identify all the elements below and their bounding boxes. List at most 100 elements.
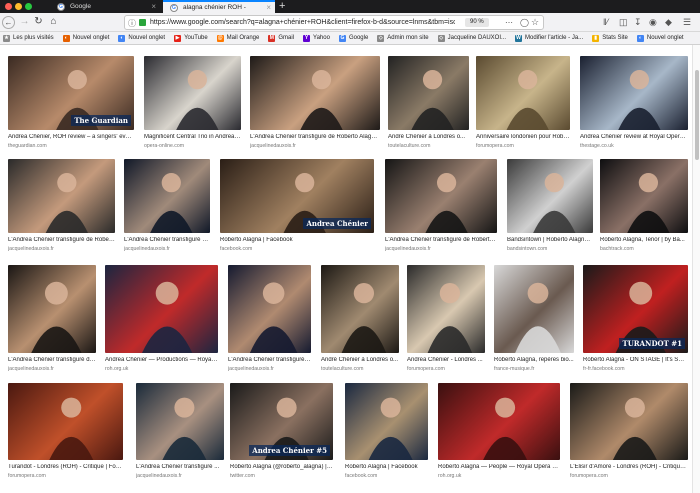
zoom-window-button[interactable] (25, 3, 32, 10)
result-title[interactable]: Roberto Alagna | Facebook (345, 464, 428, 470)
image-result[interactable]: L'Andrea Chénier transfiguré de ... jacqu… (228, 265, 311, 377)
result-thumbnail[interactable] (570, 383, 688, 460)
image-result[interactable]: Anniversaire londonien pour Robert... for… (476, 56, 570, 154)
result-thumbnail[interactable] (250, 56, 380, 130)
result-thumbnail[interactable] (438, 383, 560, 460)
result-thumbnail[interactable] (136, 383, 224, 460)
url-text[interactable]: https://www.google.com/search?q=alagna+c… (150, 16, 455, 29)
pocket-icon[interactable]: ◯ (520, 16, 529, 29)
image-result[interactable]: L'Andrea Chénier transfiguré de Robert..… (8, 159, 115, 257)
result-thumbnail[interactable] (321, 265, 399, 353)
bookmark-item[interactable]: ◐ Nouvel onglet (118, 34, 165, 42)
image-result[interactable]: Roberto Alagna, Tenor | by Ba... bachtrac… (600, 159, 688, 257)
image-result[interactable]: The Guardian Andrea Chénier, ROH review –… (8, 56, 134, 154)
library-icon[interactable]: ‖⁄ (603, 16, 608, 29)
result-thumbnail[interactable] (388, 56, 469, 130)
result-thumbnail[interactable] (476, 56, 570, 130)
close-tab-icon[interactable]: × (266, 2, 271, 13)
result-title[interactable]: L'Andrea Chénier transfiguré de ... (228, 357, 311, 363)
image-result[interactable]: Andrea Chénier - Londres ... forumopera.c… (407, 265, 485, 377)
result-thumbnail[interactable] (228, 265, 311, 353)
result-title[interactable]: L'Andrea Chénier transfiguré de Roberto … (385, 237, 497, 243)
result-title[interactable]: Roberto Alagna, repères bio... (494, 357, 574, 363)
result-title[interactable]: L'Andrea Chénier transfiguré ... (136, 464, 224, 470)
result-title[interactable]: Roberto Alagna - ON STAGE | It's Sm... (583, 357, 688, 363)
address-bar[interactable]: ⓘ https://www.google.com/search?q=alagna… (124, 15, 544, 30)
result-title[interactable]: L'Elisir d'Amore - Londres (ROH) - Criti… (570, 464, 688, 470)
image-result[interactable]: L'Andrea Chénier transfiguré de Roberto … (385, 159, 497, 257)
result-title[interactable]: Andrea Chénier, ROH review – a singers' … (8, 134, 134, 140)
bookmark-item[interactable]: Y Yahoo (303, 34, 330, 42)
home-button[interactable]: ⌂ (47, 16, 60, 29)
result-title[interactable]: L'Andrea Chénier transfiguré de Roberto … (250, 134, 380, 140)
result-title[interactable]: André Chénier à Londres o... (321, 357, 399, 363)
bookmark-item[interactable]: ▶ YouTube (174, 34, 208, 42)
zoom-level-badge[interactable]: 90 % (465, 18, 489, 27)
result-title[interactable]: Bandsintown | Roberto Alagna ... (507, 237, 593, 243)
image-result[interactable]: L'Andrea Chénier transfiguré d... jacquel… (124, 159, 210, 257)
result-title[interactable]: Andrea Chénier review at Royal Opera ... (580, 134, 688, 140)
result-title[interactable]: L'Andrea Chénier transfiguré d... (124, 237, 210, 243)
result-thumbnail[interactable]: The Guardian (8, 56, 134, 130)
result-title[interactable]: Roberto Alagna — People — Royal Opera Ho… (438, 464, 560, 470)
image-result[interactable]: L'Andrea Chénier transfiguré de ... jacqu… (8, 265, 96, 377)
extension-icon[interactable]: ◆ (665, 16, 672, 29)
bookmark-item[interactable]: ◐ Nouvel onglet (62, 34, 109, 42)
forward-button[interactable]: → (18, 16, 31, 29)
result-thumbnail[interactable] (8, 159, 115, 233)
result-thumbnail[interactable]: TURANDOT #1 (583, 265, 688, 353)
image-result[interactable]: TURANDOT #1 Roberto Alagna - ON STAGE | I… (583, 265, 688, 377)
result-title[interactable]: Magnificent Central Trio in Andrea ... (144, 134, 241, 140)
info-icon[interactable]: ⓘ (128, 18, 136, 29)
close-tab-icon[interactable]: × (151, 0, 156, 13)
result-title[interactable]: L'Andrea Chénier transfiguré de Robert..… (8, 237, 115, 243)
sidebar-icon[interactable]: ◫ (619, 16, 628, 29)
result-thumbnail[interactable] (407, 265, 485, 353)
image-result[interactable]: L'Elisir d'Amore - Londres (ROH) - Criti… (570, 383, 688, 484)
result-title[interactable]: Roberto Alagna (@roberto_alagna) | T... (230, 464, 333, 470)
result-thumbnail[interactable] (507, 159, 593, 233)
minimize-window-button[interactable] (15, 3, 22, 10)
result-thumbnail[interactable] (124, 159, 210, 233)
account-icon[interactable]: ◉ (649, 16, 657, 29)
scrollbar-thumb[interactable] (695, 70, 699, 160)
result-thumbnail[interactable] (494, 265, 574, 353)
result-title[interactable]: L'Andrea Chénier transfiguré de ... (8, 357, 96, 363)
bookmark-item[interactable]: G Google (338, 34, 368, 42)
bookmark-item[interactable]: ◐ Nouvel onglet (636, 34, 684, 42)
result-title[interactable]: Andrea Chénier - Londres ... (407, 357, 485, 363)
tab-google[interactable]: G Google × (50, 0, 160, 13)
bookmark-star-icon[interactable]: ☆ (531, 16, 539, 29)
result-thumbnail[interactable] (8, 383, 123, 460)
result-title[interactable]: Anniversaire londonien pour Robert... (476, 134, 570, 140)
bookmark-item[interactable]: @ Mail Orange (216, 34, 259, 42)
result-title[interactable]: André Chénier à Londres o... (388, 134, 469, 140)
tab-search-results[interactable]: G alagna chénier ROH - Recherche × (163, 0, 275, 22)
image-result[interactable]: André Chénier à Londres o... toutelacultu… (388, 56, 469, 154)
vertical-scrollbar[interactable] (692, 45, 700, 493)
result-thumbnail[interactable]: Andrea Chénier (220, 159, 374, 233)
image-result[interactable]: Roberto Alagna, repères bio... france-mus… (494, 265, 574, 377)
downloads-icon[interactable]: ↧ (634, 16, 642, 29)
image-result[interactable]: Andrea Chénier #5 Roberto Alagna (@robert… (230, 383, 333, 484)
bookmark-item[interactable]: ▮ Stats Site (592, 34, 628, 42)
bookmark-item[interactable]: M Gmail (268, 34, 294, 42)
image-result[interactable]: L'Andrea Chénier transfiguré de Roberto … (250, 56, 380, 154)
menu-icon[interactable]: ☰ (683, 16, 691, 29)
image-result[interactable]: Andrea Chénier — Productions — Royal O..… (105, 265, 218, 377)
result-title[interactable]: Turandot - Londres (ROH) - Critique | Fo… (8, 464, 123, 470)
result-thumbnail[interactable] (8, 265, 96, 353)
image-result[interactable]: L'Andrea Chénier transfiguré ... jacqueli… (136, 383, 224, 484)
image-result[interactable]: Bandsintown | Roberto Alagna ... bandsint… (507, 159, 593, 257)
result-title[interactable]: Roberto Alagna, Tenor | by Ba... (600, 237, 688, 243)
image-result[interactable]: Roberto Alagna | Facebook facebook.com (345, 383, 428, 484)
result-title[interactable]: Andrea Chénier — Productions — Royal O..… (105, 357, 218, 363)
image-result[interactable]: Andrea Chénier Roberto Alagna | Facebook f… (220, 159, 374, 257)
image-result[interactable]: Magnificent Central Trio in Andrea ... op… (144, 56, 241, 154)
close-window-button[interactable] (5, 3, 12, 10)
result-thumbnail[interactable] (600, 159, 688, 233)
image-result[interactable]: Turandot - Londres (ROH) - Critique | Fo… (8, 383, 123, 484)
image-result[interactable]: André Chénier à Londres o... toutelacultu… (321, 265, 399, 377)
bookmark-item[interactable]: ★ Les plus visités (3, 34, 54, 42)
result-thumbnail[interactable]: Andrea Chénier #5 (230, 383, 333, 460)
